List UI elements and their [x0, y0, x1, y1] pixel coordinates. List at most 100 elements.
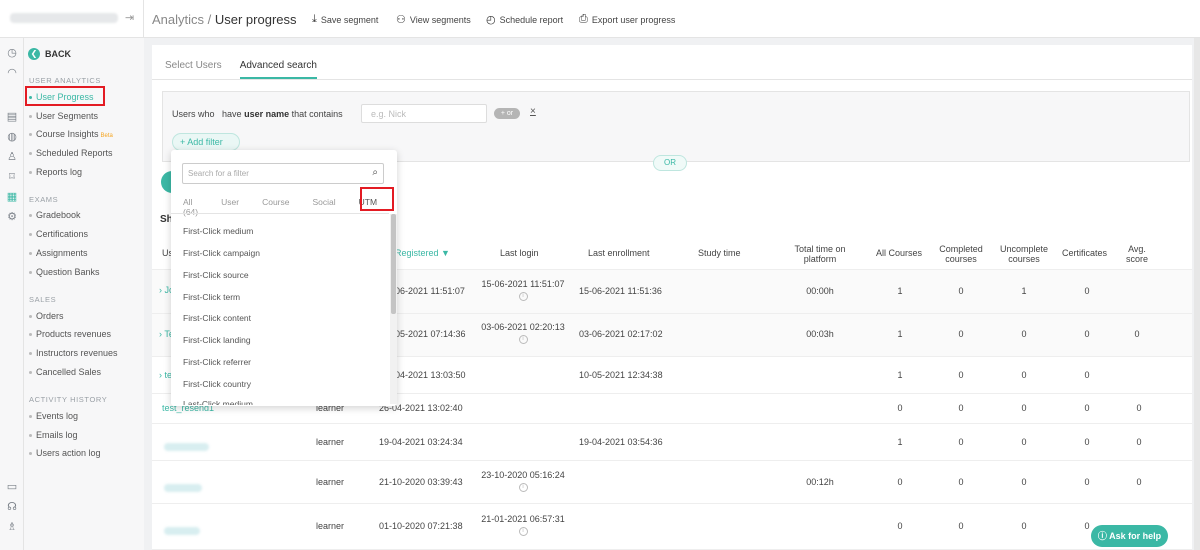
sidebar-item-events-log[interactable]: Events log	[29, 411, 78, 421]
info-icon[interactable]: i	[518, 335, 528, 344]
export-user-progress-button[interactable]: ⎙ Export user progress	[579, 13, 675, 26]
filter-search-input[interactable]: Search for a filter ⌕	[182, 163, 384, 184]
table-row-uncomplete: 0	[1021, 477, 1027, 487]
filter-option[interactable]: First-Click term	[183, 292, 240, 302]
back-button[interactable]: ❮ BACK	[28, 48, 71, 60]
clock-icon: ◴	[486, 14, 496, 26]
tab-course[interactable]: Course	[262, 197, 289, 217]
info-icon[interactable]: i	[518, 527, 528, 536]
wifi-icon[interactable]: ◠	[5, 66, 19, 80]
table-row-avg-score: 0	[1136, 437, 1142, 447]
col-avg-score-header[interactable]: Avg. score	[1122, 244, 1152, 264]
globe-icon[interactable]: ◍	[5, 130, 19, 144]
add-or-condition-button[interactable]: + or	[494, 108, 520, 119]
tab-advanced-search[interactable]: Advanced search	[239, 60, 317, 79]
col-certificates-header[interactable]: Certificates	[1062, 248, 1107, 258]
table-row-role: learner	[316, 437, 345, 447]
tag-icon[interactable]: ⌑	[5, 170, 19, 184]
tab-select-users[interactable]: Select Users	[165, 60, 222, 79]
table-row-certificates: 0	[1084, 437, 1090, 447]
schedule-report-button[interactable]: ◴ Schedule report	[486, 13, 563, 26]
or-group-button[interactable]: OR	[653, 155, 687, 171]
col-study-time-header[interactable]: Study time	[698, 248, 741, 258]
dropdown-scrollbar[interactable]	[391, 214, 396, 314]
school-name-blurred	[10, 13, 118, 23]
blurred-username[interactable]	[164, 484, 202, 492]
page-scrollbar[interactable]	[1194, 38, 1200, 550]
sidebar-item-course-insights[interactable]: Course Insights Beta	[29, 129, 113, 139]
view-segments-button[interactable]: ⚇ View segments	[396, 13, 471, 26]
back-arrow-icon: ❮	[28, 48, 40, 60]
col-all-courses-header[interactable]: All Courses	[876, 248, 922, 258]
logout-icon[interactable]: ⇥	[125, 11, 134, 24]
table-row-avg-score: 0	[1136, 403, 1142, 413]
blurred-username[interactable]	[164, 527, 200, 535]
table-row-registered: 19-04-2021 03:24:34	[379, 437, 463, 447]
filter-option[interactable]: First-Click source	[183, 270, 249, 280]
section-activity-history: ACTIVITY HISTORY	[29, 395, 108, 404]
tabs: Select Users Advanced search	[165, 60, 317, 79]
filter-value-input[interactable]: e.g. Nick	[361, 104, 487, 123]
sidebar-item-orders[interactable]: Orders	[29, 311, 64, 321]
sidebar-item-question-banks[interactable]: Question Banks	[29, 267, 100, 277]
remove-filter-button[interactable]: ×	[530, 106, 536, 117]
sidebar-item-cancelled-sales[interactable]: Cancelled Sales	[29, 367, 101, 377]
filter-option[interactable]: First-Click medium	[183, 226, 253, 236]
col-last-enrollment-header[interactable]: Last enrollment	[588, 248, 650, 258]
sidebar-item-scheduled-reports[interactable]: Scheduled Reports	[29, 148, 113, 158]
add-filter-button[interactable]: + Add filter	[172, 133, 240, 151]
info-icon[interactable]: i	[518, 483, 528, 492]
settings-icon[interactable]: ⚙	[5, 210, 19, 224]
table-row-total-time: 00:00h	[806, 286, 834, 296]
table-row-last-enrollment: 19-04-2021 03:54:36	[579, 437, 663, 447]
filter-option[interactable]: First-Click campaign	[183, 248, 260, 258]
sidebar-item-instructors-revenues[interactable]: Instructors revenues	[29, 348, 118, 358]
table-row-certificates: 0	[1084, 329, 1090, 339]
col-registered-header[interactable]: Registered ▼	[395, 248, 450, 258]
highlight-utm-tab	[360, 187, 394, 211]
sidebar-item-certifications[interactable]: Certifications	[29, 229, 88, 239]
analytics-icon[interactable]: ▦	[5, 190, 19, 204]
col-last-login-header[interactable]: Last login	[500, 248, 539, 258]
breadcrumb-parent[interactable]: Analytics /	[152, 12, 211, 27]
col-uncomplete-header[interactable]: Uncomplete courses	[996, 244, 1052, 264]
table-row-last-login: 21-01-2021 06:57:31 i	[481, 514, 565, 536]
sidebar-item-products-revenues[interactable]: Products revenues	[29, 329, 111, 339]
sidebar-item-emails-log[interactable]: Emails log	[29, 430, 78, 440]
col-total-time-header[interactable]: Total time on platform	[784, 244, 856, 264]
col-completed-header[interactable]: Completed courses	[934, 244, 988, 264]
filter-option[interactable]: First-Click country	[183, 379, 251, 389]
table-row-last-enrollment: 10-05-2021 12:34:38	[579, 370, 663, 380]
blurred-username[interactable]	[164, 443, 209, 451]
filter-option[interactable]: Last-Click medium	[183, 399, 253, 405]
brand-area: ⇥	[0, 0, 144, 38]
tab-user[interactable]: User	[221, 197, 239, 217]
filter-option[interactable]: First-Click landing	[183, 335, 251, 345]
sidebar-item-reports-log[interactable]: Reports log	[29, 167, 82, 177]
tab-all[interactable]: All (64)	[183, 197, 198, 217]
sidebar-item-users-action-log[interactable]: Users action log	[29, 448, 101, 458]
table-row-all-courses: 1	[897, 370, 903, 380]
table-row-registered: 04-2021 13:03:50	[395, 370, 466, 380]
info-icon[interactable]: i	[518, 292, 528, 301]
tab-social[interactable]: Social	[312, 197, 335, 217]
user-icon[interactable]: ♙	[5, 150, 19, 164]
table-row-certificates: 0	[1084, 477, 1090, 487]
filter-option[interactable]: First-Click referrer	[183, 357, 251, 367]
table-row-uncomplete: 0	[1021, 521, 1027, 531]
dashboard-icon[interactable]: ◷	[5, 46, 19, 60]
ask-for-help-button[interactable]: ⓘ Ask for help	[1091, 525, 1168, 547]
sidebar-item-user-segments[interactable]: User Segments	[29, 111, 98, 121]
support-icon[interactable]: ☊	[5, 500, 19, 514]
row-divider	[152, 423, 1192, 424]
sidebar-item-gradebook[interactable]: Gradebook	[29, 210, 81, 220]
section-exams: EXAMS	[29, 195, 59, 204]
reports-icon[interactable]: ▤	[5, 110, 19, 124]
users-icon[interactable]: ♗	[5, 520, 19, 534]
save-segment-button[interactable]: ⤓ Save segment	[312, 13, 378, 26]
table-row-completed: 0	[958, 403, 964, 413]
clipboard-icon[interactable]: ▭	[5, 480, 19, 494]
sidebar-item-assignments[interactable]: Assignments	[29, 248, 88, 258]
filter-option[interactable]: First-Click content	[183, 313, 251, 323]
tab-divider	[152, 79, 1192, 80]
